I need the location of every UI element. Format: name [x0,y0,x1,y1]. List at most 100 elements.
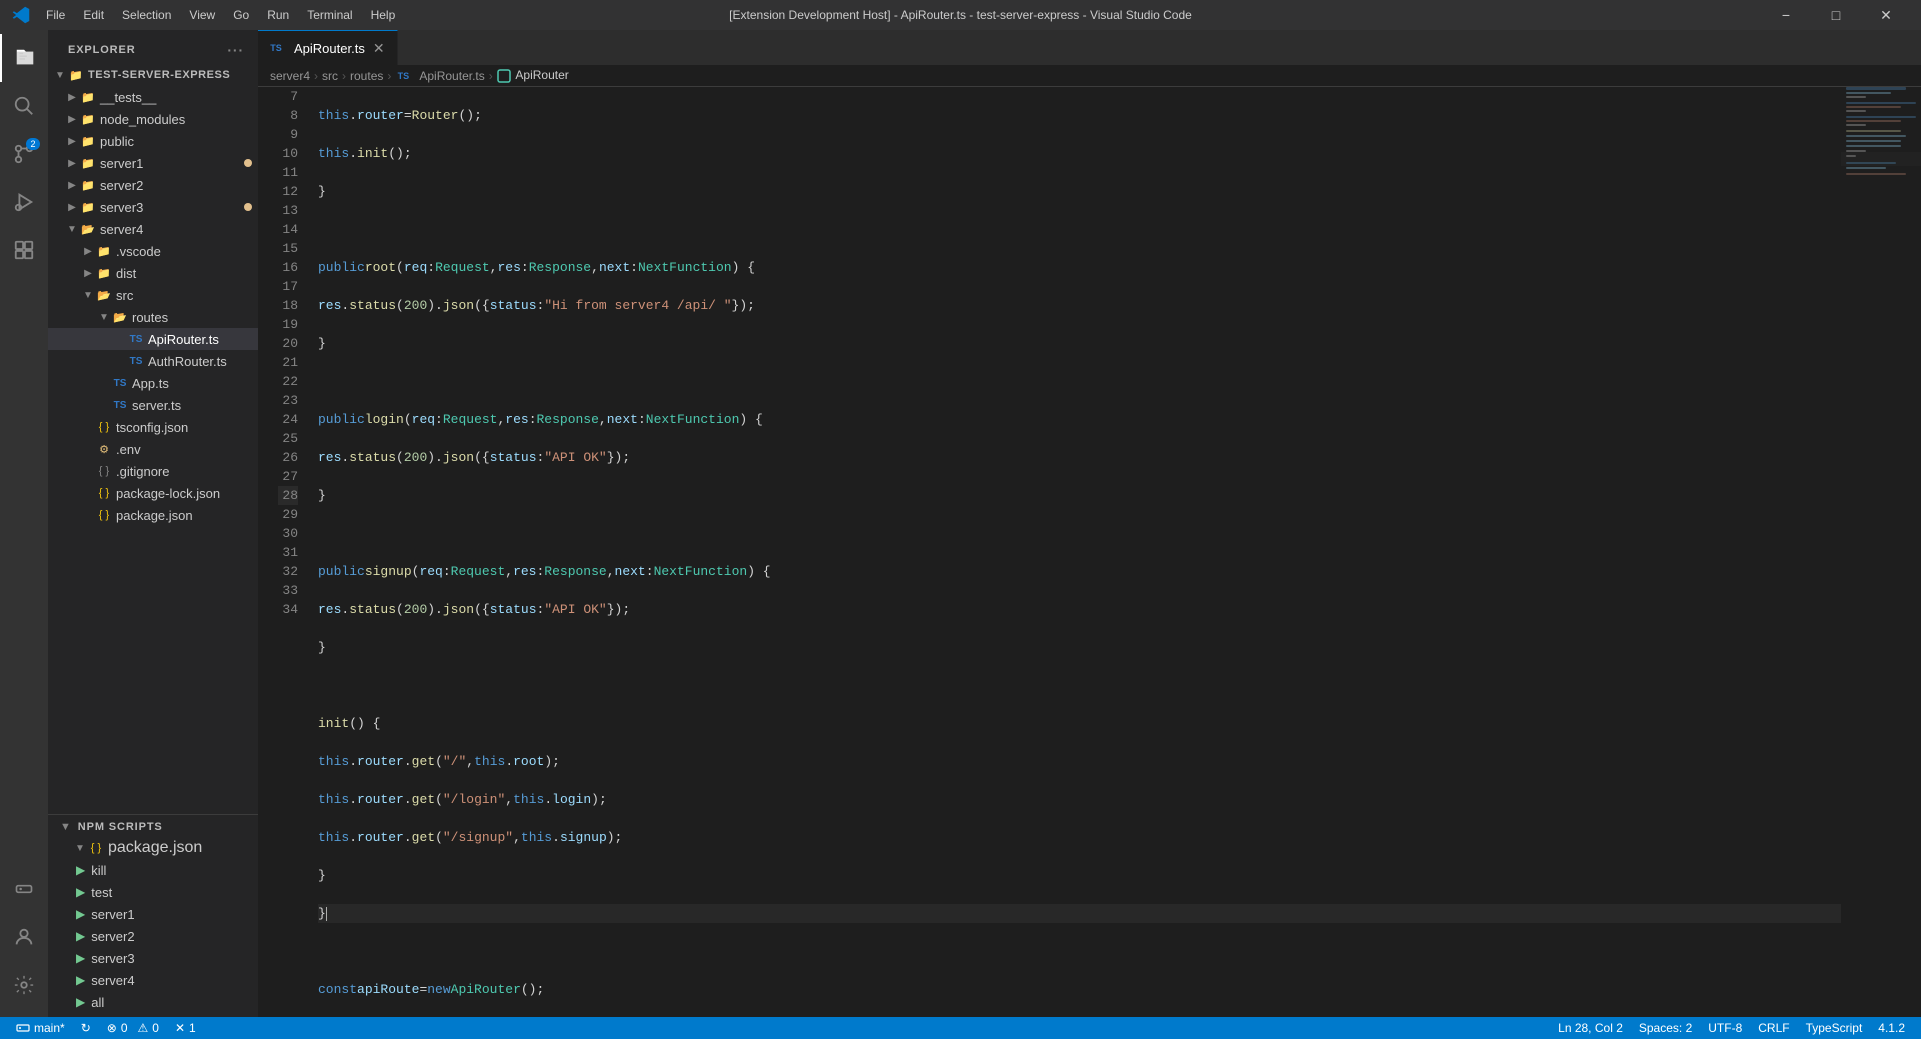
tree-item-server4[interactable]: ▼ 📂 server4 [48,218,258,240]
root-folder[interactable]: ▼ 📁 TEST-SERVER-EXPRESS [48,64,258,86]
apirouter-label: ApiRouter.ts [148,332,219,347]
package-json-icon: { } [96,507,112,523]
menu-terminal[interactable]: Terminal [299,6,360,24]
tree-item-routes[interactable]: ▼ 📂 routes [48,306,258,328]
status-language[interactable]: TypeScript [1798,1017,1871,1039]
status-errors[interactable]: ⊗ 0 ⚠ 0 [99,1017,167,1039]
tree-item-server3[interactable]: ▶ 📁 server3 [48,196,258,218]
close-button[interactable]: ✕ [1863,0,1909,30]
server3-modified-dot [244,203,252,211]
tree-item-gitignore[interactable]: ▶ { } .gitignore [48,460,258,482]
tree-item-public[interactable]: ▶ 📁 public [48,130,258,152]
npm-script-server3[interactable]: ▶ server3 [48,947,258,969]
authrouter-ts-icon: TS [128,353,144,369]
npm-script-server1[interactable]: ▶ server1 [48,903,258,925]
root-arrow: ▼ [52,67,68,83]
activity-settings[interactable] [0,961,48,1009]
tree-item-server2[interactable]: ▶ 📁 server2 [48,174,258,196]
tree-item-dist[interactable]: ▶ 📁 dist [48,262,258,284]
status-encoding[interactable]: UTF-8 [1700,1017,1750,1039]
npm-scripts-section: ▼ NPM SCRIPTS ▼ { } package.json ▶ kill … [48,814,258,1017]
dist-arrow: ▶ [80,265,96,281]
minimap[interactable] [1841,87,1921,1017]
menu-selection[interactable]: Selection [114,6,179,24]
activity-bar: 2 [0,30,48,1017]
ln-11: 11 [278,163,298,182]
tree-item-node-modules[interactable]: ▶ 📁 node_modules [48,108,258,130]
menu-edit[interactable]: Edit [75,6,112,24]
status-sync[interactable]: ↻ [73,1017,99,1039]
code-editor[interactable]: 7 8 9 10 11 12 13 14 15 16 17 18 19 20 2… [258,87,1921,1017]
activity-search[interactable] [0,82,48,130]
npm-script-all[interactable]: ▶ all [48,991,258,1013]
tree-item-app[interactable]: ▶ TS App.ts [48,372,258,394]
npm-script-kill[interactable]: ▶ kill [48,859,258,881]
tree-item-server-ts[interactable]: ▶ TS server.ts [48,394,258,416]
root-folder-icon: 📁 [68,67,84,83]
status-spaces[interactable]: Spaces: 2 [1631,1017,1700,1039]
breadcrumb-server4[interactable]: server4 [270,69,310,83]
explorer-title: EXPLORER [68,44,136,56]
activity-explorer[interactable] [0,34,48,82]
menu-view[interactable]: View [181,6,223,24]
menu-go[interactable]: Go [225,6,257,24]
tree-item-env[interactable]: ▶ ⚙ .env [48,438,258,460]
tab-close-button[interactable]: ✕ [371,39,387,58]
ln-32: 32 [278,562,298,581]
activity-remote[interactable] [0,865,48,913]
code-line-10 [318,220,1841,239]
status-warning-icon: ⚠ [138,1021,149,1035]
status-ts-version[interactable]: 4.1.2 [1870,1017,1913,1039]
tree-item-server1[interactable]: ▶ 📁 server1 [48,152,258,174]
npm-package-item[interactable]: ▼ { } package.json [48,837,258,859]
npm-scripts-header[interactable]: ▼ NPM SCRIPTS [48,815,258,837]
tree-item-apirouter[interactable]: ▶ TS ApiRouter.ts [48,328,258,350]
status-info[interactable]: ✕ 1 [167,1017,204,1039]
tree-item-package-lock[interactable]: ▶ { } package-lock.json [48,482,258,504]
activity-account[interactable] [0,913,48,961]
explorer-more-button[interactable]: ··· [225,40,246,60]
tab-apirouter[interactable]: TS ApiRouter.ts ✕ [258,30,398,65]
breadcrumb-filename[interactable]: ApiRouter.ts [419,69,484,83]
breadcrumb-sep2: › [342,69,346,83]
code-text[interactable]: this.router = Router(); this.init(); } p… [308,87,1841,1017]
status-position[interactable]: Ln 28, Col 2 [1550,1017,1631,1039]
breadcrumb-routes[interactable]: routes [350,69,383,83]
search-icon [13,95,35,117]
npm-script-label-server4: server4 [91,973,134,988]
minimize-button[interactable]: − [1763,0,1809,30]
npm-script-label-test: test [91,885,112,900]
npm-script-server2[interactable]: ▶ server2 [48,925,258,947]
src-folder-icon: 📂 [96,287,112,303]
tree-item-vscode[interactable]: ▶ 📁 .vscode [48,240,258,262]
tree-item-src[interactable]: ▼ 📂 src [48,284,258,306]
activity-run[interactable] [0,178,48,226]
dist-folder-icon: 📁 [96,265,112,281]
routes-arrow: ▼ [96,309,112,325]
menu-help[interactable]: Help [363,6,404,24]
code-line-27: } [318,866,1841,885]
npm-script-test[interactable]: ▶ test [48,881,258,903]
status-eol[interactable]: CRLF [1750,1017,1797,1039]
routes-folder-icon: 📂 [112,309,128,325]
tree-item-tests[interactable]: ▶ 📁 __tests__ [48,86,258,108]
status-language-label: TypeScript [1806,1021,1863,1035]
activity-extensions[interactable] [0,226,48,274]
ln-13: 13 [278,201,298,220]
server4-label: server4 [100,222,143,237]
status-remote[interactable]: main* [8,1017,73,1039]
status-right: Ln 28, Col 2 Spaces: 2 UTF-8 CRLF TypeSc… [1550,1017,1913,1039]
source-control-badge: 2 [26,138,40,150]
npm-run-icon-server1: ▶ [76,907,85,921]
breadcrumb-symbol[interactable]: ApiRouter [497,68,569,83]
npm-script-server4[interactable]: ▶ server4 [48,969,258,991]
menu-file[interactable]: File [38,6,73,24]
src-label: src [116,288,133,303]
tree-item-tsconfig[interactable]: ▶ { } tsconfig.json [48,416,258,438]
tree-item-authrouter[interactable]: ▶ TS AuthRouter.ts [48,350,258,372]
activity-source-control[interactable]: 2 [0,130,48,178]
tree-item-package-json[interactable]: ▶ { } package.json [48,504,258,526]
maximize-button[interactable]: □ [1813,0,1859,30]
menu-run[interactable]: Run [259,6,297,24]
breadcrumb-src[interactable]: src [322,69,338,83]
